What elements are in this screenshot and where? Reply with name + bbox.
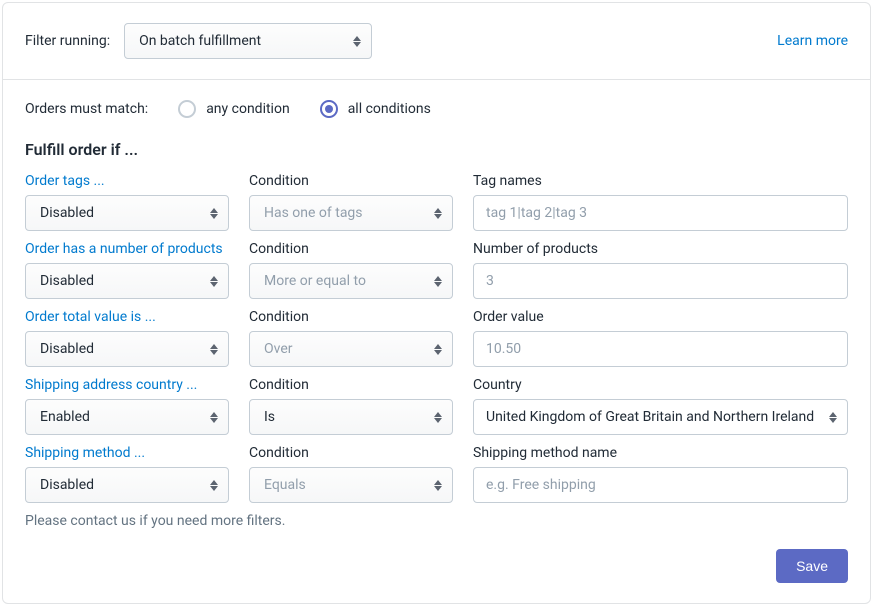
condition-label: Condition (249, 373, 453, 395)
condition-value: Has one of tags (264, 205, 363, 221)
radio-all[interactable]: all conditions (320, 100, 431, 118)
condition-select[interactable]: Over (249, 331, 453, 367)
updown-icon (434, 480, 442, 491)
condition-value: More or equal to (264, 273, 366, 289)
updown-icon (434, 344, 442, 355)
section-title: Fulfill order if ... (25, 140, 848, 159)
learn-more-link[interactable]: Learn more (777, 33, 848, 49)
rule-state-select[interactable]: Disabled (25, 331, 229, 367)
filter-running-value: On batch fulfillment (139, 33, 261, 49)
condition-label: Condition (249, 305, 453, 327)
settings-card: Filter running: On batch fulfillment Lea… (2, 2, 871, 604)
rule-state-select[interactable]: Disabled (25, 263, 229, 299)
filter-running-wrap: Filter running: On batch fulfillment (25, 23, 372, 59)
radio-icon (178, 100, 196, 118)
condition-select[interactable]: More or equal to (249, 263, 453, 299)
condition-select[interactable]: Equals (249, 467, 453, 503)
country-value: United Kingdom of Great Britain and Nort… (486, 409, 814, 425)
updown-icon (210, 480, 218, 491)
order-value-input[interactable] (473, 331, 848, 367)
value-label: Number of products (473, 237, 848, 259)
updown-icon (829, 412, 837, 423)
condition-value: Is (264, 409, 275, 425)
condition-value: Over (264, 341, 293, 357)
rule-name-link[interactable]: Order total value is ... (25, 305, 229, 327)
radio-any-label: any condition (206, 101, 290, 117)
condition-select[interactable]: Has one of tags (249, 195, 453, 231)
radio-any[interactable]: any condition (178, 100, 290, 118)
tag-names-input[interactable] (473, 195, 848, 231)
rule-state-value: Disabled (40, 273, 94, 289)
rule-state-value: Disabled (40, 341, 94, 357)
rule-state-value: Enabled (40, 409, 90, 425)
condition-label: Condition (249, 441, 453, 463)
header-section: Filter running: On batch fulfillment Lea… (3, 3, 870, 80)
match-row: Orders must match: any condition all con… (25, 100, 848, 118)
value-label: Order value (473, 305, 848, 327)
rule-state-value: Disabled (40, 205, 94, 221)
radio-icon (320, 100, 338, 118)
condition-label: Condition (249, 237, 453, 259)
updown-icon (210, 276, 218, 287)
rule-state-value: Disabled (40, 477, 94, 493)
updown-icon (434, 412, 442, 423)
rule-state-select[interactable]: Disabled (25, 467, 229, 503)
updown-icon (353, 36, 361, 47)
rule-name-link[interactable]: Shipping method ... (25, 441, 229, 463)
filter-running-select[interactable]: On batch fulfillment (124, 23, 372, 59)
value-label: Shipping method name (473, 441, 848, 463)
value-label: Tag names (473, 169, 848, 191)
radio-all-label: all conditions (348, 101, 431, 117)
updown-icon (434, 276, 442, 287)
updown-icon (210, 412, 218, 423)
country-select[interactable]: United Kingdom of Great Britain and Nort… (473, 399, 848, 435)
footer: Save (3, 549, 870, 603)
match-label: Orders must match: (25, 101, 148, 117)
condition-value: Equals (264, 477, 306, 493)
condition-label: Condition (249, 169, 453, 191)
product-count-input[interactable] (473, 263, 848, 299)
filter-running-label: Filter running: (25, 33, 110, 49)
rules-grid: Order tags ... Condition Tag names Disab… (25, 169, 848, 505)
shipping-method-input[interactable] (473, 467, 848, 503)
rule-state-select[interactable]: Enabled (25, 399, 229, 435)
rule-state-select[interactable]: Disabled (25, 195, 229, 231)
rule-name-link[interactable]: Order has a number of products (25, 237, 229, 259)
main-section: Orders must match: any condition all con… (3, 80, 870, 549)
updown-icon (434, 208, 442, 219)
updown-icon (210, 344, 218, 355)
helper-text: Please contact us if you need more filte… (25, 513, 848, 529)
rule-name-link[interactable]: Shipping address country ... (25, 373, 229, 395)
rule-name-link[interactable]: Order tags ... (25, 169, 229, 191)
condition-select[interactable]: Is (249, 399, 453, 435)
updown-icon (210, 208, 218, 219)
value-label: Country (473, 373, 848, 395)
save-button[interactable]: Save (776, 549, 848, 583)
